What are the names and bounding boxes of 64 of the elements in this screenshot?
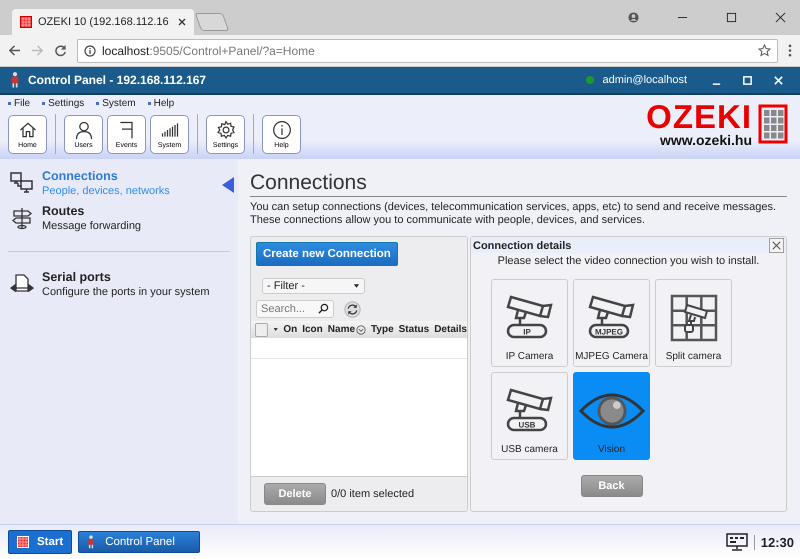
tab-title: OZEKI 10 (192.168.112.16 xyxy=(38,16,170,28)
column-header[interactable]: Icon xyxy=(302,324,323,335)
home-icon xyxy=(18,120,38,140)
connection-type-tile[interactable]: MJPEG MJPEG Camera xyxy=(573,279,650,367)
sort-icon[interactable] xyxy=(356,324,366,334)
column-header[interactable]: On xyxy=(283,324,298,335)
column-header[interactable]: Status xyxy=(398,324,430,335)
grid-icon xyxy=(20,16,32,28)
search-field[interactable]: Search... xyxy=(256,300,334,318)
browser-tab[interactable]: OZEKI 10 (192.168.112.16 xyxy=(12,9,194,35)
selection-count: 0/0 item selected xyxy=(331,488,414,500)
caret-icon[interactable] xyxy=(272,327,278,332)
sidebar-item[interactable]: Routes Message forwarding xyxy=(0,202,238,237)
menu-icon[interactable] xyxy=(788,44,792,57)
grid-icon xyxy=(17,535,29,549)
monitor-icon[interactable] xyxy=(726,533,748,551)
connection-type-tile[interactable]: Split camera xyxy=(655,279,732,367)
menu-item[interactable]: File xyxy=(8,98,30,108)
reload-icon[interactable] xyxy=(54,44,67,57)
maximize-icon[interactable] xyxy=(726,12,737,23)
search-icon[interactable] xyxy=(318,303,329,314)
column-header[interactable]: Type xyxy=(371,324,394,335)
create-connection-button[interactable]: Create new Connection xyxy=(256,242,398,266)
settings-icon xyxy=(216,120,236,140)
star-icon[interactable] xyxy=(758,44,771,57)
start-button[interactable]: Start xyxy=(8,530,72,554)
user-icon xyxy=(74,120,94,140)
menu-item[interactable]: Help xyxy=(148,98,174,108)
clock: 12:30 xyxy=(754,534,794,550)
column-header[interactable]: Name xyxy=(328,324,366,335)
close-icon[interactable] xyxy=(769,238,784,253)
page-title: Connections xyxy=(250,171,787,197)
close-icon[interactable] xyxy=(178,18,186,26)
filter-dropdown[interactable]: - Filter - xyxy=(262,278,365,294)
info-icon xyxy=(84,44,96,56)
menu-item[interactable]: System xyxy=(96,98,136,108)
sidebar-item[interactable]: Serial ports Configure the ports in your system xyxy=(0,268,238,303)
status-dot-icon xyxy=(586,76,594,84)
app-title: Control Panel - 192.168.112.167 xyxy=(28,73,206,87)
caret-icon xyxy=(353,283,360,289)
address-bar[interactable]: localhost:9505/Control+Panel/?a=Home xyxy=(77,38,778,62)
user-name[interactable]: admin@localhost xyxy=(602,74,687,86)
monitors-icon xyxy=(10,171,34,195)
connection-type-tile[interactable]: Vision xyxy=(573,372,650,460)
menu-item[interactable]: Settings xyxy=(42,98,84,108)
connection-type-tile[interactable]: USB USB camera xyxy=(491,372,568,460)
signpost-icon xyxy=(10,206,34,230)
info-icon xyxy=(272,120,292,140)
connection-type-tile[interactable]: IP IP Camera xyxy=(491,279,568,367)
ozeki-logo: OZEKI www.ozeki.hu xyxy=(646,100,788,147)
refresh-icon[interactable] xyxy=(344,300,361,318)
close-icon[interactable] xyxy=(775,12,786,23)
page-description: You can setup connections (devices, telecommunication services, apps, etc) to send and receive messages. These connections allow you to communicate with people, devices, and services. xyxy=(250,201,778,227)
checkbox[interactable] xyxy=(255,322,268,336)
column-header[interactable]: Details xyxy=(434,324,467,335)
camera-grid-icon xyxy=(668,293,718,343)
prompt-text: Please select the video connection you wish to install. xyxy=(496,255,760,267)
back-arrow-icon[interactable] xyxy=(8,44,21,57)
panel-title: Connection details xyxy=(473,240,572,252)
sidebar-item[interactable]: Connections People, devices, networks xyxy=(0,167,238,202)
account-icon[interactable] xyxy=(628,12,639,23)
selection-arrow-icon xyxy=(222,177,234,193)
taskbar-app-button[interactable]: Control Panel xyxy=(78,531,200,553)
robot-icon xyxy=(10,71,20,89)
